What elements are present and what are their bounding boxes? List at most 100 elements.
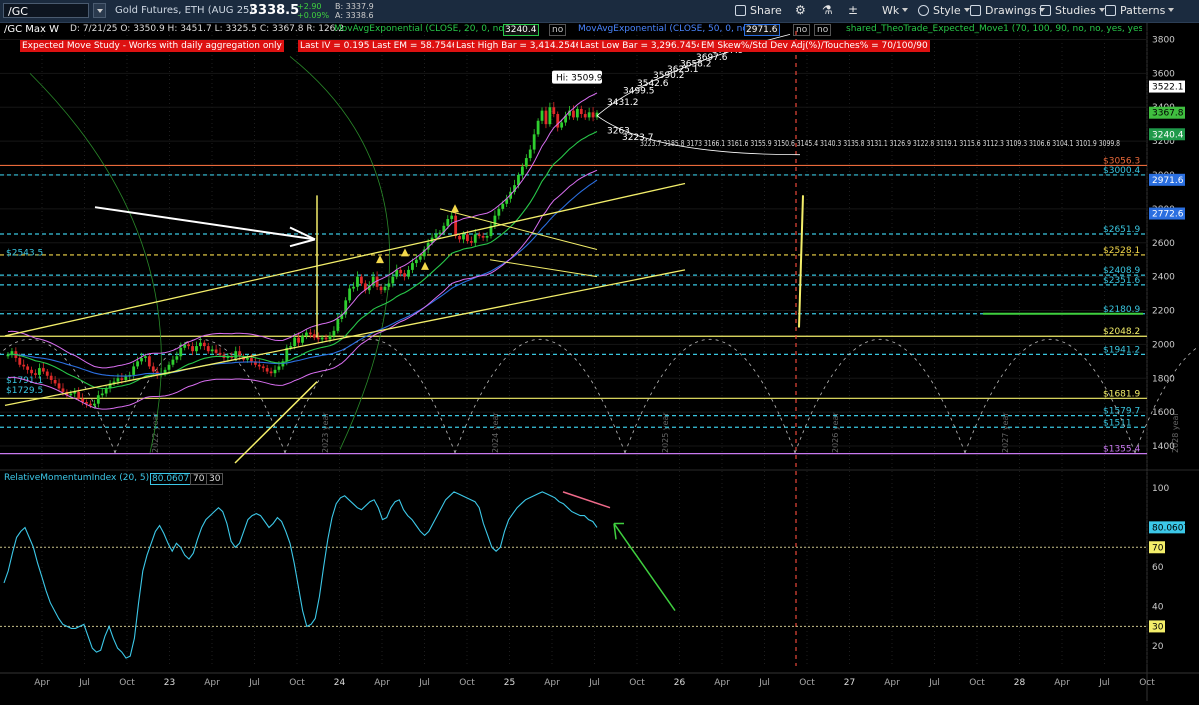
- x-tick-label: Jul: [78, 678, 90, 688]
- price-box-label: 3240.4: [1152, 130, 1184, 140]
- candle-body: [100, 393, 104, 396]
- level-label: $1355.4: [1103, 445, 1140, 455]
- x-tick-label: Apr: [374, 678, 390, 688]
- candle-body: [297, 337, 300, 343]
- level-label: $1681.9: [1103, 389, 1140, 399]
- candle-body: [179, 347, 183, 357]
- candle-body: [53, 379, 57, 384]
- chart-area[interactable]: Apr Jul Oct 23 Apr Jul Oct 24 Apr Jul Oct 25 Apr Jul O…: [0, 23, 1199, 701]
- level-label: $2528.1: [1103, 246, 1140, 256]
- x-tick-label: Jul: [928, 678, 940, 688]
- candle-body: [187, 344, 191, 347]
- candle-body: [289, 346, 293, 348]
- year-marker-label: 2022 year: [151, 412, 160, 453]
- candle-body: [379, 286, 383, 291]
- candle-body: [57, 383, 61, 389]
- flask-icon: ⚗: [822, 3, 833, 17]
- candle-body: [414, 259, 418, 264]
- candle-body: [552, 107, 556, 115]
- pencil-icon: [970, 5, 981, 16]
- x-tick-label: Jul: [248, 678, 260, 688]
- drawings-button[interactable]: Drawings: [970, 2, 1046, 19]
- style-icon: [918, 5, 929, 16]
- patterns-icon: [1105, 5, 1116, 16]
- candle-body: [540, 110, 544, 121]
- candle-body: [69, 393, 73, 396]
- level-label: $2408.9: [1103, 266, 1140, 276]
- level-label: $2651.9: [1103, 225, 1140, 235]
- candle-body: [140, 357, 143, 362]
- price-box-label: 3522.1: [1152, 83, 1184, 93]
- candle-body: [587, 112, 591, 118]
- x-tick-label: Oct: [969, 678, 985, 688]
- x-tick-label: Jul: [758, 678, 770, 688]
- candle-body: [26, 366, 30, 370]
- candle-body: [454, 215, 458, 236]
- rmi-y-tick-label: 20: [1152, 642, 1164, 652]
- style-button[interactable]: Style: [918, 2, 970, 19]
- candle-body: [332, 330, 336, 336]
- candle-body: [501, 203, 505, 209]
- candle-body: [387, 283, 391, 287]
- timeframe-button[interactable]: Wk: [882, 2, 909, 19]
- studies-button[interactable]: Studies: [1040, 2, 1105, 19]
- chart-svg[interactable]: Apr Jul Oct 23 Apr Jul Oct 24 Apr Jul Oct 25 Apr Jul O…: [0, 23, 1199, 701]
- year-marker-label: 2025 year: [661, 412, 670, 453]
- year-marker-label: 2024 year: [491, 412, 500, 453]
- rmi-value: 80.0607: [150, 473, 192, 485]
- level-label: $2351.6: [1103, 276, 1140, 286]
- timeframe-label: Wk: [882, 4, 900, 17]
- x-tick-label: Apr: [544, 678, 560, 688]
- instrument-description: Gold Futures, ETH (AUG 25): [115, 5, 254, 16]
- candle-body: [395, 269, 399, 277]
- study-bar-item-title: Expected Move Study - Works with daily a…: [20, 40, 284, 52]
- share-button[interactable]: Share: [735, 2, 782, 19]
- candle-body: [324, 337, 328, 340]
- candle-body: [572, 110, 575, 118]
- x-tick-label: 26: [674, 678, 686, 688]
- y-tick-label: 3800: [1152, 35, 1175, 45]
- ohlc-readout: D: 7/21/25 O: 3350.9 H: 3451.7 L: 3325.5…: [70, 24, 344, 34]
- symbol-input[interactable]: /GC: [3, 3, 89, 18]
- symbol-dropdown-button[interactable]: [93, 3, 106, 18]
- x-tick-label: Jul: [1098, 678, 1110, 688]
- candle-body: [144, 356, 147, 358]
- x-tick-label: Oct: [459, 678, 475, 688]
- candle-body: [407, 269, 410, 277]
- ask-price: A: 3338.6: [335, 11, 374, 20]
- chevron-down-icon: [1168, 8, 1175, 12]
- y-tick-label: 2200: [1152, 307, 1175, 317]
- x-tick-label: Oct: [1139, 678, 1155, 688]
- x-tick-label: 27: [844, 678, 855, 688]
- gear-button[interactable]: ⚙: [795, 2, 806, 19]
- candle-body: [22, 364, 26, 367]
- level-label: $3000.4: [1103, 166, 1140, 176]
- patterns-button[interactable]: Patterns: [1105, 2, 1175, 19]
- candle-body: [132, 366, 136, 375]
- chevron-down-icon: [902, 8, 909, 12]
- candle-body: [167, 364, 171, 370]
- candle-body: [403, 273, 406, 277]
- em-lower-row: 3223.7 3185.8 3173 3166.1 3161.6 3155.9 …: [640, 139, 1120, 148]
- plus-minus-icon: ±: [848, 3, 859, 17]
- rmi-value-box-label: 80.0607: [1152, 523, 1189, 533]
- candle-body: [356, 276, 359, 287]
- candle-body: [591, 112, 595, 118]
- candle-body: [277, 366, 281, 370]
- chart-name: /GC Max W: [4, 24, 60, 35]
- candle-body: [524, 158, 528, 167]
- flask-button[interactable]: ⚗: [822, 2, 833, 19]
- candle-body: [269, 371, 273, 374]
- em-label: 3431.2: [607, 98, 639, 108]
- price-box-label: 3367.8: [1152, 109, 1184, 119]
- price-change-abs: +2.90: [297, 2, 322, 11]
- x-tick-label: 23: [164, 678, 175, 688]
- candle-body: [293, 337, 297, 347]
- candle-body: [399, 269, 403, 274]
- compare-button[interactable]: ±: [848, 2, 858, 19]
- candle-body: [250, 357, 253, 362]
- candle-body: [92, 403, 96, 406]
- x-tick-label: Apr: [1054, 678, 1070, 688]
- price-change: +2.90 +0.09%: [297, 2, 329, 20]
- candle-body: [199, 342, 202, 347]
